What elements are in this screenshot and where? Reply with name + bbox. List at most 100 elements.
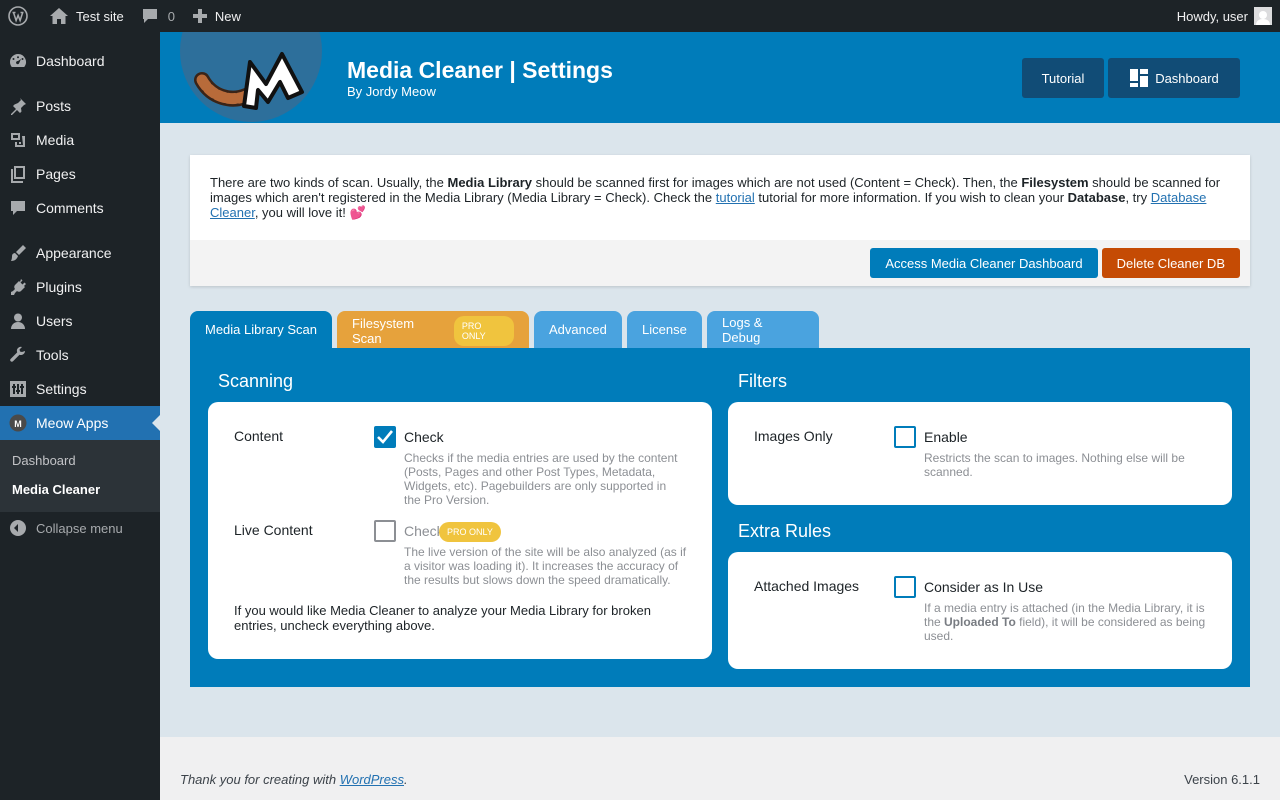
sidebar-item-users[interactable]: Users: [0, 304, 160, 338]
attached-images-checkbox[interactable]: [894, 576, 916, 598]
sidebar-item-label: Pages: [36, 166, 76, 182]
sidebar-item-label: Posts: [36, 98, 72, 114]
wordpress-link[interactable]: WordPress: [340, 772, 404, 787]
content-checkbox[interactable]: [374, 426, 396, 448]
sidebar-item-appearance[interactable]: Appearance: [0, 236, 160, 270]
tab-license[interactable]: License: [627, 311, 702, 348]
site-name-link[interactable]: Test site: [36, 0, 132, 32]
live-content-description: The live version of the site will be als…: [404, 545, 687, 587]
images-only-label: Images Only: [754, 428, 833, 444]
pro-only-badge: PRO ONLY: [439, 522, 501, 542]
tutorial-link[interactable]: tutorial: [716, 190, 755, 205]
comment-icon: [8, 198, 28, 218]
tab-filesystem-scan[interactable]: Filesystem Scan PRO ONLY: [337, 311, 529, 348]
sidebar-item-label: Users: [36, 313, 73, 329]
sidebar-item-label: Settings: [36, 381, 87, 397]
tab-media-library-scan[interactable]: Media Library Scan: [190, 311, 332, 348]
content-checkbox-label: Check: [404, 429, 444, 445]
sidebar-item-plugins[interactable]: Plugins: [0, 270, 160, 304]
wordpress-logo-icon[interactable]: [0, 0, 36, 32]
intro-bold-media-library: Media Library: [447, 175, 533, 190]
scanning-title: Scanning: [218, 371, 294, 391]
admin-sidebar: Dashboard Posts Media Pages Comments App…: [0, 32, 160, 800]
submenu-item-media-cleaner[interactable]: Media Cleaner: [0, 475, 160, 504]
collapse-icon: [10, 520, 26, 536]
pin-icon: [8, 96, 28, 116]
checkmark-icon: [377, 430, 394, 444]
tutorial-button[interactable]: Tutorial: [1022, 58, 1104, 98]
pages-icon: [8, 164, 28, 184]
tab-label: Filesystem Scan: [352, 316, 415, 346]
intro-text-part: , you will love it! 💕: [254, 205, 366, 220]
extra-rules-card: Attached Images Consider as In Use If a …: [728, 552, 1232, 669]
comments-count: 0: [167, 8, 175, 24]
dashboard-button-label: Dashboard: [1155, 70, 1219, 86]
tab-label: Advanced: [549, 322, 607, 337]
new-content-link[interactable]: New: [183, 0, 249, 32]
delete-cleaner-db-button[interactable]: Delete Cleaner DB: [1101, 248, 1240, 278]
intro-actions: Access Media Cleaner Dashboard Delete Cl…: [190, 240, 1250, 286]
sidebar-item-label: Media: [36, 132, 75, 148]
extra-rules-title: Extra Rules: [738, 521, 832, 541]
wp-footer: Thank you for creating with WordPress. V…: [160, 737, 1280, 800]
sidebar-item-media[interactable]: Media: [0, 123, 160, 157]
desc-bold-uploaded-to: Uploaded To: [944, 615, 1016, 629]
content-description: Checks if the media entries are used by …: [404, 451, 678, 507]
meow-logo-icon: [180, 32, 322, 122]
sidebar-item-label: Appearance: [36, 245, 112, 261]
images-only-checkbox[interactable]: [894, 426, 916, 448]
meow-apps-submenu: Dashboard Media Cleaner: [0, 440, 160, 512]
intro-text: There are two kinds of scan. Usually, th…: [190, 155, 1250, 220]
tab-logs-debug[interactable]: Logs & Debug: [707, 311, 819, 348]
sidebar-item-tools[interactable]: Tools: [0, 338, 160, 372]
my-account[interactable]: Howdy, user: [1177, 7, 1280, 25]
sidebar-item-dashboard[interactable]: Dashboard: [0, 44, 160, 78]
dashboard-button[interactable]: Dashboard: [1108, 58, 1240, 98]
intro-text-part: should be scanned first for images which…: [532, 175, 1022, 190]
intro-bold-database: Database: [1067, 190, 1126, 205]
page-subtitle: By Jordy Meow: [347, 84, 436, 99]
scanning-card: Content Check Checks if the media entrie…: [208, 402, 712, 659]
howdy-text: Howdy, user: [1176, 8, 1248, 24]
page-title: Media Cleaner | Settings: [347, 57, 613, 83]
avatar: [1254, 7, 1272, 25]
intro-text-part: There are two kinds of scan. Usually, th…: [210, 175, 448, 190]
live-content-label: Live Content: [234, 522, 313, 538]
home-icon: [50, 8, 68, 24]
live-content-checkbox[interactable]: [374, 520, 396, 542]
footer-dot: .: [404, 772, 408, 787]
attached-images-label: Attached Images: [754, 578, 860, 594]
access-dashboard-button[interactable]: Access Media Cleaner Dashboard: [870, 248, 1098, 278]
live-content-checkbox-label: Check: [404, 523, 444, 539]
plugin-header: Media Cleaner | Settings By Jordy Meow T…: [160, 32, 1280, 123]
media-icon: [8, 130, 28, 150]
tab-label: Logs & Debug: [722, 314, 763, 345]
collapse-menu-button[interactable]: Collapse menu: [0, 512, 160, 544]
tab-advanced[interactable]: Advanced: [534, 311, 622, 348]
sidebar-item-posts[interactable]: Posts: [0, 89, 160, 123]
attached-images-checkbox-label: Consider as In Use: [924, 579, 1044, 595]
site-name: Test site: [76, 8, 124, 24]
plug-icon: [8, 277, 28, 297]
sidebar-item-settings[interactable]: Settings: [0, 372, 160, 406]
submenu-item-dashboard[interactable]: Dashboard: [0, 446, 160, 475]
comments-link[interactable]: 0: [132, 0, 183, 32]
content-label: Content: [234, 428, 284, 444]
dashboard-grid-icon: [1129, 68, 1149, 88]
sidebar-item-label: Meow Apps: [36, 415, 109, 431]
sidebar-item-pages[interactable]: Pages: [0, 157, 160, 191]
images-only-checkbox-label: Enable: [924, 429, 968, 445]
sidebar-item-label: Dashboard: [36, 53, 105, 69]
settings-panel: Scanning Content Check Checks if the med…: [190, 348, 1250, 687]
collapse-label: Collapse menu: [36, 520, 123, 536]
comment-icon: [142, 8, 158, 24]
brush-icon: [8, 243, 28, 263]
intro-text-part: , try: [1125, 190, 1151, 205]
sidebar-item-meow-apps[interactable]: M Meow Apps: [0, 406, 160, 440]
sidebar-item-label: Comments: [36, 200, 104, 216]
plus-icon: [192, 9, 207, 23]
images-only-description: Restricts the scan to images. Nothing el…: [924, 451, 1185, 479]
tab-label: Media Library Scan: [205, 322, 317, 337]
scanning-note: If you would like Media Cleaner to analy…: [234, 603, 651, 633]
sidebar-item-comments[interactable]: Comments: [0, 191, 160, 225]
